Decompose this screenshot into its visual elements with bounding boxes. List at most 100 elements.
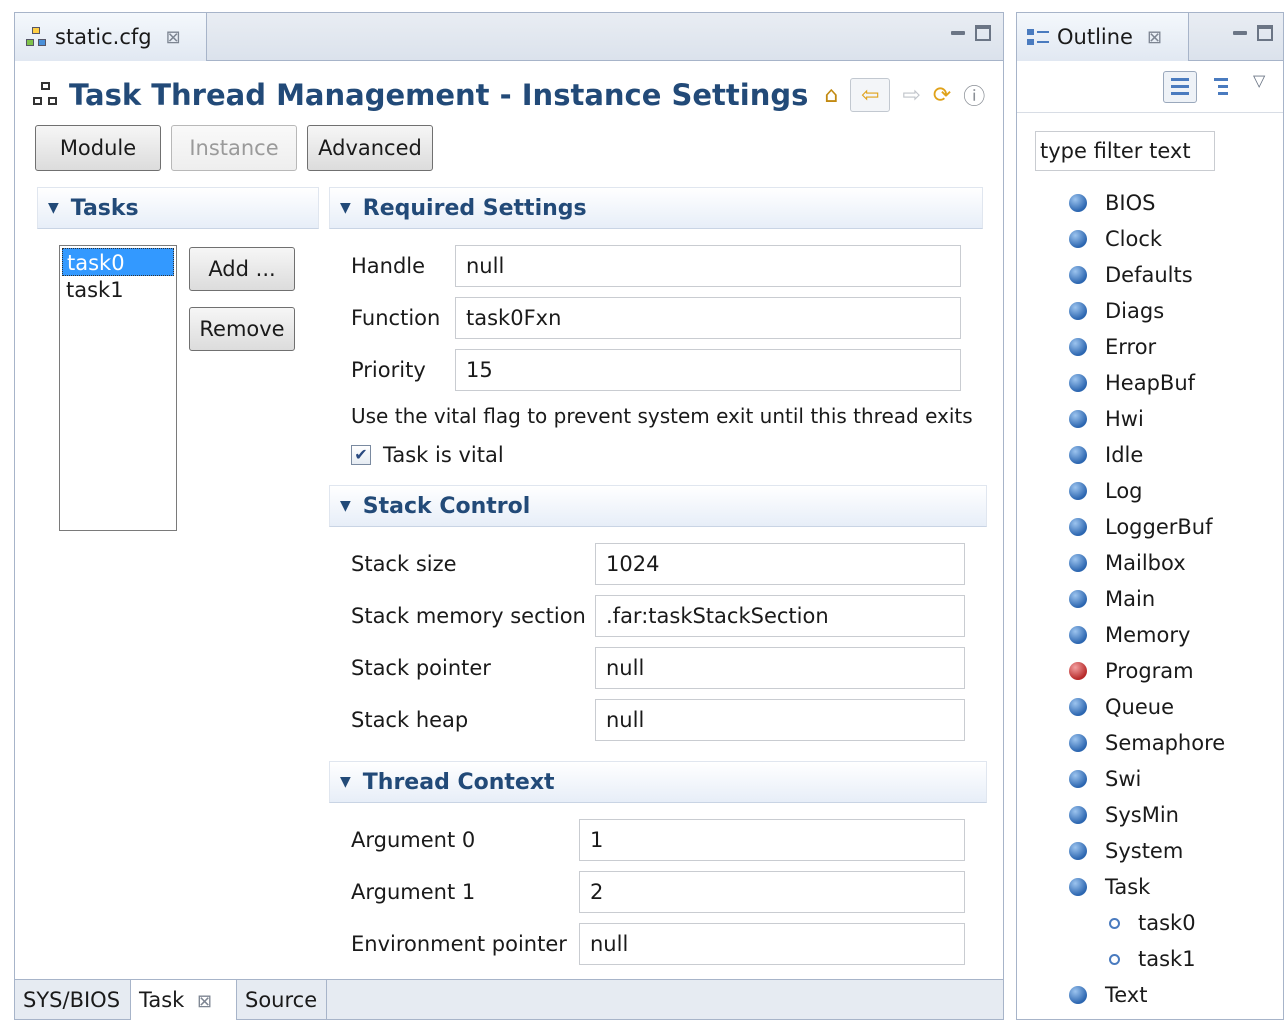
outline-item-task[interactable]: Task — [1069, 869, 1279, 905]
function-field[interactable]: task0Fxn — [455, 297, 961, 339]
outline-item-swi[interactable]: Swi — [1069, 761, 1279, 797]
outline-item-idle[interactable]: Idle — [1069, 437, 1279, 473]
outline-item-queue[interactable]: Queue — [1069, 689, 1279, 725]
outline-item-text[interactable]: Text — [1069, 977, 1279, 1013]
outline-item-sysmin[interactable]: SysMin — [1069, 797, 1279, 833]
stack-size-field[interactable]: 1024 — [595, 543, 965, 585]
editor-pane: static.cfg ⊠ Task Thread Management - In… — [14, 12, 1004, 1020]
editor-bottom-tabs: SYS/BIOS Task ⊠ Source — [15, 979, 1003, 1020]
tab-task[interactable]: Task ⊠ — [131, 980, 237, 1020]
outline-item-label: System — [1105, 839, 1184, 863]
outline-item-label: Mailbox — [1105, 551, 1186, 575]
module-icon — [1069, 734, 1087, 752]
close-tab-icon[interactable]: ⊠ — [166, 27, 181, 48]
required-settings-title: Required Settings — [362, 195, 587, 221]
environment-pointer-label: Environment pointer — [351, 932, 567, 956]
tab-source[interactable]: Source — [237, 980, 327, 1020]
tasks-section-header[interactable]: ▼ Tasks — [37, 187, 319, 229]
outline-item-error[interactable]: Error — [1069, 329, 1279, 365]
module-button[interactable]: Module — [35, 125, 161, 171]
outline-tree: BIOS Clock Defaults Diags Error HeapBuf … — [1069, 185, 1279, 1013]
outline-item-clock[interactable]: Clock — [1069, 221, 1279, 257]
module-icon — [1069, 806, 1087, 824]
close-tab-icon[interactable]: ⊠ — [197, 991, 212, 1012]
stack-heap-label: Stack heap — [351, 708, 469, 732]
view-menu-chevron-icon[interactable]: ▽ — [1253, 71, 1265, 90]
outline-item-task1[interactable]: task1 — [1069, 941, 1279, 977]
stack-memory-section-field[interactable]: .far:taskStackSection — [595, 595, 965, 637]
outline-item-log[interactable]: Log — [1069, 473, 1279, 509]
stack-pointer-field[interactable]: null — [595, 647, 965, 689]
list-item-task0[interactable]: task0 — [62, 248, 174, 276]
home-icon[interactable]: ⌂ — [824, 83, 838, 108]
outline-item-diags[interactable]: Diags — [1069, 293, 1279, 329]
back-button[interactable]: ⇦ — [850, 78, 891, 112]
module-icon — [1069, 338, 1087, 356]
task-vital-checkbox[interactable]: ✔ — [351, 445, 371, 465]
outline-item-mailbox[interactable]: Mailbox — [1069, 545, 1279, 581]
flat-list-view-button[interactable] — [1163, 71, 1197, 103]
module-hierarchy-icon — [33, 82, 59, 108]
list-item-task1[interactable]: task1 — [62, 276, 174, 304]
priority-label: Priority — [351, 358, 426, 382]
outline-item-hwi[interactable]: Hwi — [1069, 401, 1279, 437]
outline-item-semaphore[interactable]: Semaphore — [1069, 725, 1279, 761]
refresh-icon[interactable]: ⟳ — [933, 83, 951, 108]
editor-tab-static-cfg[interactable]: static.cfg ⊠ — [15, 13, 207, 61]
outline-item-label: Defaults — [1105, 263, 1193, 287]
outline-item-system[interactable]: System — [1069, 833, 1279, 869]
tab-task-label: Task — [139, 988, 185, 1012]
argument-0-label: Argument 0 — [351, 828, 476, 852]
outline-item-label: task0 — [1138, 911, 1196, 935]
stack-heap-field[interactable]: null — [595, 699, 965, 741]
tree-view-icon — [1214, 78, 1232, 99]
outline-tab[interactable]: Outline ⊠ — [1017, 13, 1189, 61]
maximize-icon[interactable] — [1257, 24, 1273, 41]
handle-field[interactable]: null — [455, 245, 961, 287]
close-tab-icon[interactable]: ⊠ — [1147, 27, 1162, 48]
argument-1-field[interactable]: 2 — [579, 871, 965, 913]
outline-item-defaults[interactable]: Defaults — [1069, 257, 1279, 293]
outline-item-label: Text — [1105, 983, 1148, 1007]
priority-field[interactable]: 15 — [455, 349, 961, 391]
stack-control-header[interactable]: ▼ Stack Control — [329, 485, 987, 527]
advanced-button[interactable]: Advanced — [307, 125, 433, 171]
add-task-button[interactable]: Add ... — [189, 247, 295, 291]
stack-size-label: Stack size — [351, 552, 457, 576]
module-icon — [1069, 878, 1087, 896]
maximize-icon[interactable] — [975, 24, 991, 41]
outline-item-label: Semaphore — [1105, 731, 1226, 755]
outline-item-label: Program — [1105, 659, 1194, 683]
argument-0-field[interactable]: 1 — [579, 819, 965, 861]
outline-item-main[interactable]: Main — [1069, 581, 1279, 617]
instance-button[interactable]: Instance — [171, 125, 297, 171]
minimize-icon[interactable] — [951, 30, 965, 35]
outline-item-memory[interactable]: Memory — [1069, 617, 1279, 653]
outline-item-label: Main — [1105, 587, 1156, 611]
instance-icon — [1109, 953, 1120, 965]
thread-context-header[interactable]: ▼ Thread Context — [329, 761, 987, 803]
outline-item-bios[interactable]: BIOS — [1069, 185, 1279, 221]
outline-item-label: Hwi — [1105, 407, 1144, 431]
minimize-icon[interactable] — [1233, 30, 1247, 35]
outline-item-task0[interactable]: task0 — [1069, 905, 1279, 941]
outline-tabbar: Outline ⊠ — [1017, 13, 1283, 61]
module-icon — [1069, 374, 1087, 392]
argument-1-label: Argument 1 — [351, 880, 476, 904]
outline-item-label: LoggerBuf — [1105, 515, 1213, 539]
required-settings-header[interactable]: ▼ Required Settings — [329, 187, 983, 229]
environment-pointer-field[interactable]: null — [579, 923, 965, 965]
outline-item-label: Diags — [1105, 299, 1165, 323]
outline-filter-input[interactable]: type filter text — [1035, 131, 1215, 171]
outline-pane: Outline ⊠ ▽ type filter text BIOS Clock … — [1016, 12, 1284, 1020]
remove-task-button[interactable]: Remove — [189, 307, 295, 351]
outline-item-program[interactable]: Program — [1069, 653, 1279, 689]
tab-sys-bios[interactable]: SYS/BIOS — [15, 980, 131, 1020]
forward-arrow-icon[interactable]: ⇨ — [902, 83, 920, 108]
tasks-list[interactable]: task0 task1 — [59, 245, 177, 531]
outline-item-label: BIOS — [1105, 191, 1156, 215]
outline-item-loggerbuf[interactable]: LoggerBuf — [1069, 509, 1279, 545]
outline-item-heapbuf[interactable]: HeapBuf — [1069, 365, 1279, 401]
help-icon[interactable]: ⓘ — [963, 79, 985, 111]
tree-view-button[interactable] — [1203, 71, 1237, 103]
